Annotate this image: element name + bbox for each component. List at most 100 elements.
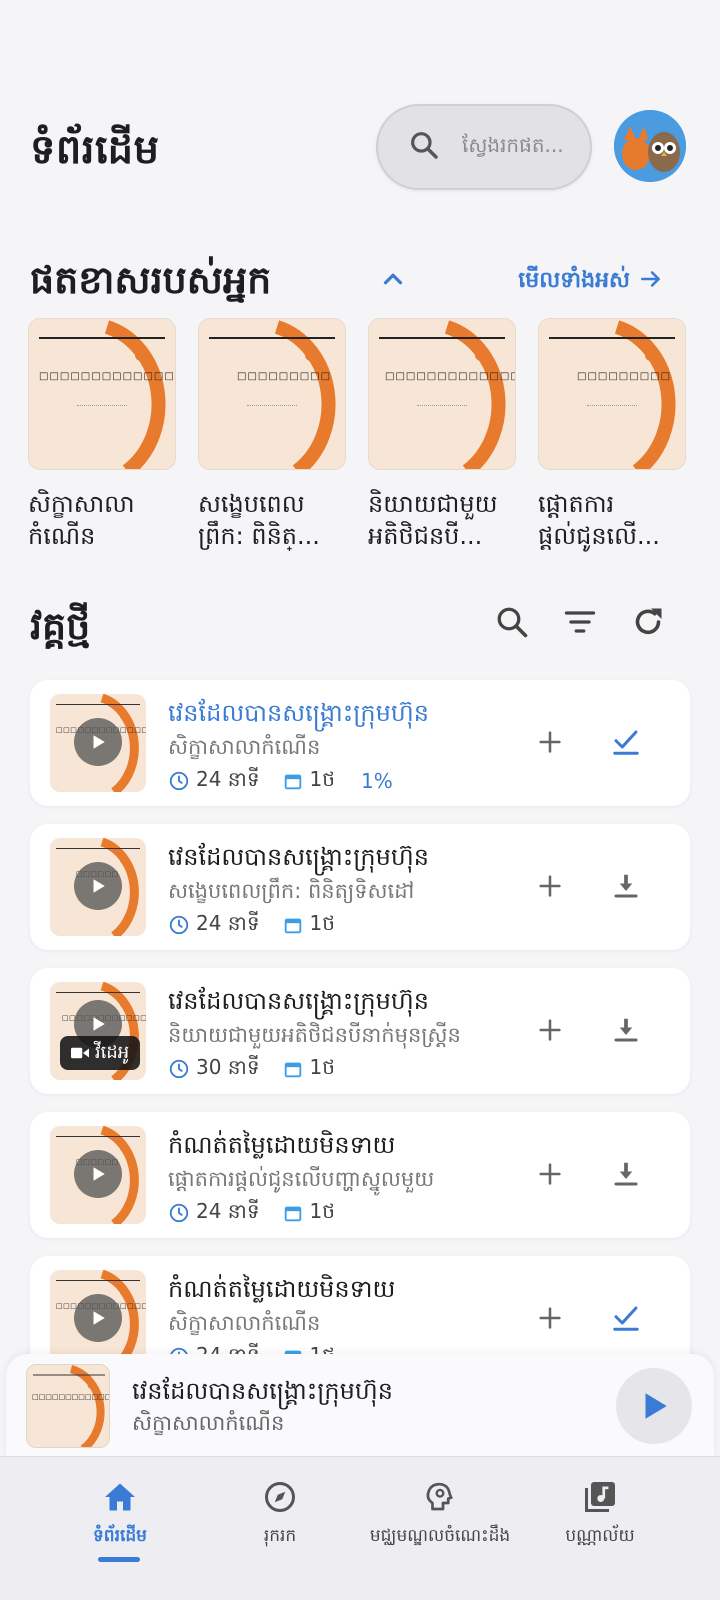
episode-duration: 24 នាទី (196, 911, 260, 935)
play-icon (93, 1311, 105, 1325)
episode-duration: 24 នាទី (196, 767, 260, 791)
shows-section-header: ផតខាសរបស់អ្នក មើលទាំងអស់ (0, 250, 720, 320)
show-title: សង្ខេបពេលព្រឹក: ពិនិត្... (198, 490, 320, 550)
episode-title: កំណត់តម្លៃដោយមិនទាយ (168, 1131, 396, 1159)
add-to-queue-button[interactable] (530, 722, 570, 762)
calendar-icon (284, 918, 301, 934)
cover-dots (247, 405, 297, 406)
episode-meta: 24 នាទី 1ថ (168, 910, 335, 940)
thumb-rule (56, 848, 140, 849)
thumb-text: □□□□□□□□□□□□ (32, 1393, 110, 1401)
refresh-button[interactable] (626, 600, 670, 644)
mini-player-play-button[interactable] (616, 1368, 692, 1444)
plus-icon (539, 1019, 561, 1041)
download-button[interactable] (606, 866, 646, 906)
refresh-icon (635, 608, 662, 635)
thumb-rule (56, 1136, 140, 1137)
thumb-rule (56, 992, 140, 993)
nav-item-library[interactable]: បណ្ណាល័យ (510, 1479, 690, 1569)
home-icon (105, 1483, 135, 1511)
episode-title: វេនដែលបានសង្គ្រោះក្រុមហ៊ុន (168, 843, 429, 871)
episode-date: 1ថ (309, 767, 335, 791)
nav-item-knowledge-hub[interactable]: មជ្ឈមណ្ឌលចំណេះដឹង (350, 1479, 530, 1569)
cover-text: □□□□□□□□□ (237, 371, 332, 382)
search-input[interactable]: ស្វែងរកផត... (376, 104, 592, 190)
video-badge: វីដេអូ (60, 1036, 140, 1070)
play-episode-button[interactable] (74, 1150, 122, 1198)
cover-text: □□□□□□□□□□□□□□□□ (39, 371, 175, 382)
plus-icon (539, 1307, 561, 1329)
plus-icon (539, 731, 561, 753)
add-to-queue-button[interactable] (530, 866, 570, 906)
episode-title: វេនដែលបានសង្គ្រោះក្រុមហ៊ុន (168, 987, 429, 1015)
plus-icon (539, 1163, 561, 1185)
episodes-toolbar (490, 600, 690, 648)
episode-card[interactable]: □□□□□□ វេនដែលបានសង្គ្រោះក្រុមហ៊ុន សង្ខេប… (30, 824, 690, 950)
episodes-section-title: វគ្គថ្មី (30, 604, 91, 648)
nav-item-explore[interactable]: រុករក (190, 1479, 370, 1569)
episode-thumbnail: □□□□□□□□□□□□□□□ (50, 694, 146, 792)
search-placeholder: ស្វែងរកផត... (462, 133, 564, 157)
chevron-up-icon[interactable] (378, 264, 408, 298)
mini-player[interactable]: □□□□□□□□□□□□ វេនដែលបានសង្គ្រោះក្រុមហ៊ុន … (6, 1354, 714, 1456)
video-badge-label: វីដេអូ (94, 1041, 130, 1063)
add-to-queue-button[interactable] (530, 1154, 570, 1194)
cover-dots (587, 405, 637, 406)
see-all-link[interactable]: មើលទាំងអស់ (518, 266, 664, 298)
cover-dots (417, 405, 467, 406)
avatar[interactable] (614, 110, 686, 182)
episode-thumbnail: □□□□□□□□□□□□ វីដេអូ (50, 982, 146, 1080)
show-card[interactable]: □□□□□□□□□□□□□□□ និយាយជាមួយអតិថិជនបី... (368, 318, 518, 552)
show-cover: □□□□□□□□□ (198, 318, 346, 470)
play-episode-button[interactable] (74, 1294, 122, 1342)
downloaded-button[interactable] (606, 1298, 646, 1338)
show-card[interactable]: □□□□□□□□□ ផ្តោតការផ្តល់ជូនលើ... (538, 318, 688, 552)
download-button[interactable] (606, 1010, 646, 1050)
play-icon (93, 1167, 105, 1181)
episode-card[interactable]: □□□□□□ កំណត់តម្លៃដោយមិនទាយ ផ្តោតការផ្តល់… (30, 1112, 690, 1238)
episode-date: 1ថ (309, 911, 335, 935)
show-title: សិក្ខាសាលាកំណើន (28, 490, 135, 550)
clock-icon (169, 771, 189, 791)
episode-meta: 30 នាទី 1ថ (168, 1054, 335, 1084)
episode-card[interactable]: □□□□□□□□□□□□□□□ វេនដែលបានសង្គ្រោះក្រុមហ៊… (30, 680, 690, 806)
play-episode-button[interactable] (74, 862, 122, 910)
show-cover: □□□□□□□□□□□□□□□□ (28, 318, 176, 470)
nav-label: ទំព័រដើម (93, 1526, 147, 1546)
add-to-queue-button[interactable] (530, 1298, 570, 1338)
mini-player-title: វេនដែលបានសង្គ្រោះក្រុមហ៊ុន (132, 1377, 393, 1405)
download-icon (614, 874, 638, 898)
show-title: ផ្តោតការផ្តល់ជូនលើ... (538, 490, 660, 550)
episode-meta: 24 នាទី 1ថ (168, 1198, 335, 1228)
download-icon (614, 1162, 638, 1186)
show-card[interactable]: □□□□□□□□□□□□□□□□ សិក្ខាសាលាកំណើន (28, 318, 178, 552)
thumb-rule (56, 1280, 140, 1281)
plus-icon (539, 875, 561, 897)
cover-arc-graphic (274, 320, 336, 469)
play-episode-button[interactable] (74, 718, 122, 766)
episode-card[interactable]: □□□□□□□□□□□□ វីដេអូ វេនដែលបានសង្គ្រោះក្រ… (30, 968, 690, 1094)
add-to-queue-button[interactable] (530, 1010, 570, 1050)
clock-icon (169, 1059, 189, 1079)
shows-section-title: ផតខាសរបស់អ្នក (30, 258, 272, 302)
show-card[interactable]: □□□□□□□□□ សង្ខេបពេលព្រឹក: ពិនិត្... (198, 318, 348, 552)
episode-title: វេនដែលបានសង្គ្រោះក្រុមហ៊ុន (168, 699, 429, 727)
downloaded-button[interactable] (606, 722, 646, 762)
episode-date: 1ថ (309, 1055, 335, 1079)
cover-dots (77, 405, 127, 406)
mini-player-thumbnail: □□□□□□□□□□□□ (26, 1364, 110, 1448)
video-camera-icon (70, 1047, 89, 1059)
done-icon (613, 1306, 639, 1331)
clock-icon (169, 1203, 189, 1223)
nav-label: បណ្ណាល័យ (565, 1526, 635, 1546)
calendar-icon (284, 1062, 301, 1078)
download-icon (614, 1018, 638, 1042)
play-icon (645, 1393, 667, 1419)
brain-icon (426, 1482, 453, 1511)
download-button[interactable] (606, 1154, 646, 1194)
search-episodes-button[interactable] (490, 600, 534, 644)
filter-button[interactable] (558, 600, 602, 644)
episode-thumbnail: □□□□□□ (50, 838, 146, 936)
cover-rule (39, 337, 165, 339)
nav-item-home[interactable]: ទំព័រដើម (30, 1479, 210, 1569)
